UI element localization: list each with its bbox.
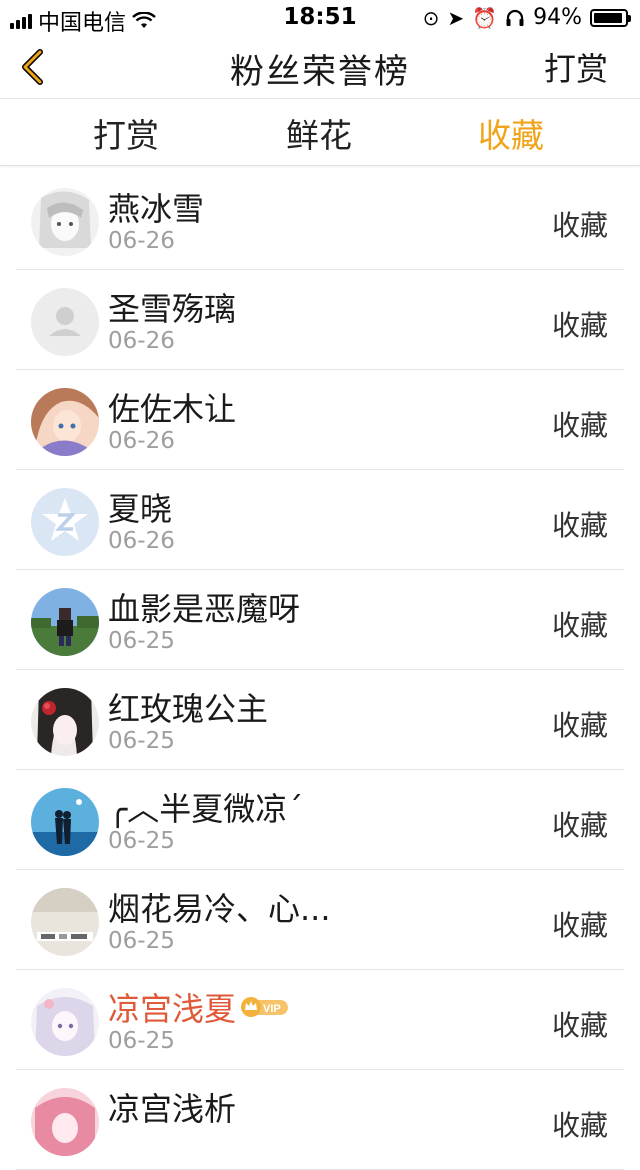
list-item[interactable]: 圣雪殇璃 06-26 收藏	[16, 270, 624, 370]
list-item[interactable]: ╭︿半夏微凉ˊ 06-25 收藏	[16, 770, 624, 870]
date: 06-25	[108, 828, 175, 854]
favorite-label: 收藏	[551, 1009, 608, 1042]
headphones-icon	[506, 9, 524, 26]
avatar	[31, 288, 99, 356]
tab-bar: 打赏 鲜花 收藏	[0, 99, 640, 166]
list-item[interactable]: 凉宫浅析 收藏	[16, 1070, 624, 1170]
fan-list: 燕冰雪 06-26 收藏 圣雪殇璃 06-26 收藏 佐佐木让 06-26 收藏…	[0, 170, 640, 1170]
user-name: 圣雪殇璃	[108, 290, 237, 328]
date: 06-26	[108, 428, 175, 454]
battery-percent: 94%	[533, 5, 582, 30]
list-item[interactable]: 燕冰雪 06-26 收藏	[16, 170, 624, 270]
favorite-label: 收藏	[551, 609, 608, 642]
reward-button[interactable]: 打赏	[544, 44, 608, 90]
list-item[interactable]: 夏晓 06-26 收藏	[16, 470, 624, 570]
user-name-row9: 凉宫浅夏 VIP	[108, 984, 290, 1030]
date: 06-25	[108, 928, 175, 954]
favorite-label: 收藏	[551, 209, 608, 242]
avatar	[31, 188, 99, 256]
user-name: 血影是恶魔呀	[108, 590, 301, 628]
vip-badge-text: VIP	[263, 1003, 281, 1015]
user-name: ╭︿半夏微凉ˊ	[108, 790, 304, 828]
list-item[interactable]: 佐佐木让 06-26 收藏	[16, 370, 624, 470]
user-name: 佐佐木让	[108, 390, 237, 428]
qzone-logo-avatar	[31, 488, 99, 556]
avatar	[31, 988, 99, 1056]
list-item[interactable]: 血影是恶魔呀 06-25 收藏	[16, 570, 624, 670]
date: 06-25	[108, 628, 175, 654]
battery-icon	[590, 8, 631, 27]
date: 06-26	[108, 228, 175, 254]
avatar	[31, 888, 99, 956]
favorite-label: 收藏	[551, 709, 608, 742]
text-photo-avatar	[31, 888, 99, 956]
favorite-label: 收藏	[551, 909, 608, 942]
avatar	[31, 488, 99, 556]
avatar	[31, 588, 99, 656]
favorite-label: 收藏	[551, 809, 608, 842]
user-name: 凉宫浅夏	[108, 990, 237, 1028]
anime-girl-red-rose-avatar	[31, 688, 99, 756]
status-bar: 中国电信 18:51 ⊙ ➤ ⏰ 94%	[0, 0, 640, 36]
date: 06-26	[108, 328, 175, 354]
user-name: 凉宫浅析	[108, 1090, 237, 1128]
date: 06-25	[108, 728, 175, 754]
nav-bar: 粉丝荣誉榜 打赏	[0, 36, 640, 99]
list-item[interactable]: 烟花易冷、心... 06-25 收藏	[16, 870, 624, 970]
rotation-lock-icon: ⊙	[422, 5, 440, 30]
alarm-icon: ⏰	[472, 5, 498, 30]
default-user-avatar	[31, 288, 99, 356]
tab-flowers[interactable]: 鲜花	[249, 109, 389, 157]
favorite-label: 收藏	[551, 309, 608, 342]
pixel-character-avatar	[31, 588, 99, 656]
user-name: 红玫瑰公主	[108, 690, 269, 728]
avatar	[31, 788, 99, 856]
favorite-label: 收藏	[551, 1109, 608, 1142]
avatar	[31, 1088, 99, 1156]
battery-level	[594, 12, 623, 23]
vip-badge-icon: VIP	[241, 997, 289, 1017]
avatar	[31, 688, 99, 756]
anime-girl-white-avatar	[31, 988, 99, 1056]
list-item[interactable]: 红玫瑰公主 06-25 收藏	[16, 670, 624, 770]
avatar	[31, 388, 99, 456]
anime-girl-sketch-avatar	[31, 188, 99, 256]
user-name: 烟花易冷、心...	[108, 890, 331, 928]
favorite-label: 收藏	[551, 409, 608, 442]
tab-favorites[interactable]: 收藏	[441, 109, 581, 157]
anime-girl-pink-avatar	[31, 1088, 99, 1156]
tab-reward[interactable]: 打赏	[56, 109, 196, 157]
location-icon: ➤	[447, 5, 465, 30]
user-name: 夏晓	[108, 490, 173, 528]
list-item[interactable]: 凉宫浅夏 VIP 06-25 收藏	[16, 970, 624, 1070]
anime-girl-colorful-avatar	[31, 388, 99, 456]
couple-silhouette-avatar	[31, 788, 99, 856]
date: 06-25	[108, 1028, 175, 1054]
status-right: ⊙ ➤ ⏰ 94%	[422, 5, 631, 30]
user-name: 燕冰雪	[108, 190, 205, 228]
favorite-label: 收藏	[551, 509, 608, 542]
date: 06-26	[108, 528, 175, 554]
